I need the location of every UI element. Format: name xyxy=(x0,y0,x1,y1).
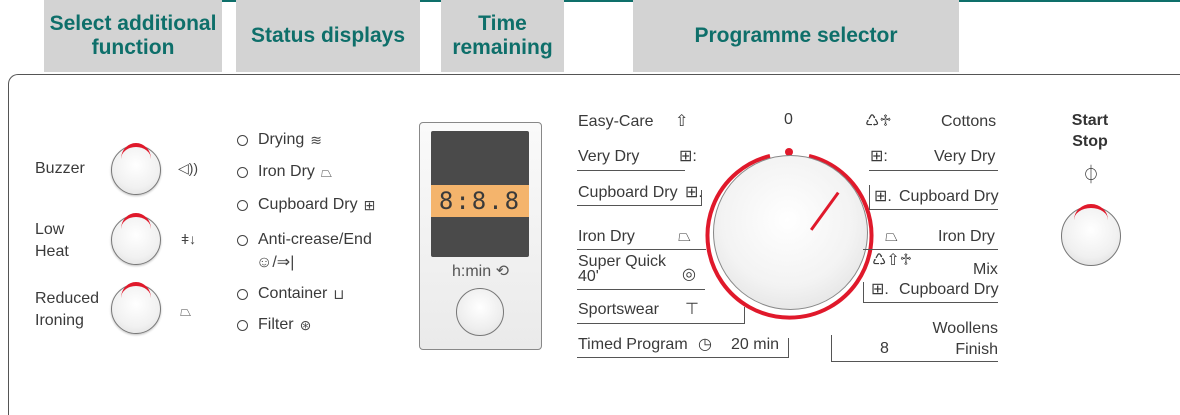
status-label: Container xyxy=(258,285,328,302)
status-label: Drying xyxy=(258,131,305,148)
dial-zero-mark: 0 xyxy=(784,111,793,128)
header-additional-function: Select additional function xyxy=(44,0,222,72)
bracket xyxy=(788,338,789,358)
status-label: Filter xyxy=(258,316,294,333)
underline xyxy=(577,170,685,171)
indicator-light xyxy=(237,319,248,331)
bracket xyxy=(869,185,870,210)
lcd-digits: 8:8.8 xyxy=(431,185,529,217)
function-label-low-heat: Low Heat xyxy=(35,221,69,260)
stop-label: Stop xyxy=(1072,133,1108,150)
timed-duration: 20 min xyxy=(731,336,780,353)
indicator-light xyxy=(237,166,248,178)
indicator-light xyxy=(237,199,248,211)
wardrobe-icon: ⊞ xyxy=(363,196,376,213)
bracket xyxy=(701,190,702,206)
cupboard-dry-icon: ⊞. xyxy=(871,281,889,298)
start-stop-button[interactable] xyxy=(1061,206,1121,266)
low-heat-button[interactable] xyxy=(111,215,161,265)
programme-selector-dial[interactable] xyxy=(713,155,868,310)
anti-crease-end-icon: ☺/⇒| xyxy=(256,254,295,271)
status-container: Container ⊔ xyxy=(237,285,344,303)
programme-sportswear: Sportswear xyxy=(578,301,659,318)
status-iron-dry: Iron Dry ⏢ xyxy=(237,163,332,181)
programme-timed: Timed Program xyxy=(578,336,688,353)
iron-icon: ⏢ xyxy=(678,228,691,245)
bracket xyxy=(744,307,745,324)
programme-cupboard-dry-right: Cupboard Dry xyxy=(899,188,999,205)
container-icon: ⊔ xyxy=(333,285,345,302)
function-label-reduced-ironing: Reduced Ironing xyxy=(35,290,100,329)
programme-iron-dry-right: Iron Dry xyxy=(938,228,995,245)
iron-icon: ⏢ xyxy=(180,303,192,319)
programme-cottons: Cottons xyxy=(941,113,997,130)
header-time-remaining: Time remaining xyxy=(441,0,564,72)
programme-easy-care: Easy-Care xyxy=(578,113,654,130)
underline xyxy=(863,302,998,303)
wool-icon: 8 xyxy=(880,340,889,357)
cupboard-dry-icon: ⊞. xyxy=(874,188,892,205)
iron-icon: ⏢ xyxy=(885,228,898,245)
status-cupboard-dry: Cupboard Dry ⊞ xyxy=(237,196,375,214)
underline xyxy=(577,289,705,290)
status-label: Cupboard Dry xyxy=(258,196,358,213)
bracket xyxy=(831,335,832,362)
header-programme-text: Programme selector xyxy=(694,24,898,47)
clock-icon: ◷ xyxy=(698,336,712,353)
underline xyxy=(863,249,998,250)
very-dry-icon: ⊞: xyxy=(679,148,697,165)
mix-icon: ♺⇧♱ xyxy=(872,252,912,269)
status-label: Iron Dry xyxy=(258,163,315,180)
indicator-light xyxy=(237,234,248,246)
programme-very-dry-right: Very Dry xyxy=(934,148,996,165)
very-dry-icon: ⊞: xyxy=(870,148,888,165)
header-additional-text: Select additional function xyxy=(49,12,217,59)
programme-iron-dry-left: Iron Dry xyxy=(578,228,635,245)
status-filter: Filter ⊛ xyxy=(237,316,311,334)
cottons-icon: ♺♱ xyxy=(865,113,892,130)
speaker-icon: ◁)) xyxy=(178,160,199,176)
buzzer-button[interactable] xyxy=(111,145,161,195)
bracket xyxy=(863,282,864,303)
drying-icon: ≋ xyxy=(310,131,322,148)
programme-cupboard-dry-left: Cupboard Dry xyxy=(578,184,678,201)
reduced-ironing-button[interactable] xyxy=(111,284,161,334)
underline xyxy=(577,323,744,324)
header-status-text: Status displays xyxy=(250,24,406,47)
status-anti-crease: Anti-crease/End xyxy=(237,231,372,249)
underline xyxy=(869,170,998,171)
underline xyxy=(869,209,998,210)
thermometer-icon: ǂ↓ xyxy=(181,231,197,247)
underline xyxy=(577,249,706,250)
indicator-light xyxy=(237,288,248,300)
underline xyxy=(577,357,788,358)
filter-icon: ⊛ xyxy=(299,316,312,333)
super-quick-icon: ◎ xyxy=(682,266,696,283)
indicator-light xyxy=(237,134,248,146)
lcd-display: 8:8.8 xyxy=(431,131,529,257)
iron-icon: ⏢ xyxy=(320,163,333,180)
time-remaining-button[interactable] xyxy=(456,288,504,336)
start-label: Start xyxy=(1071,112,1109,129)
function-label-buzzer: Buzzer xyxy=(35,160,85,177)
status-drying: Drying ≋ xyxy=(237,131,322,149)
underline xyxy=(831,361,998,362)
programme-woollens-finish: Woollens Finish xyxy=(932,320,998,358)
programme-mix: Mix xyxy=(973,261,998,278)
underline xyxy=(577,205,701,206)
programme-mix-cupboard-dry: Cupboard Dry xyxy=(899,281,999,298)
time-remaining-module: 8:8.8 h:min ⟲ xyxy=(419,122,542,350)
header-time-text: Time remaining xyxy=(452,12,553,59)
programme-very-dry-left: Very Dry xyxy=(578,148,640,165)
timer-unit-label: h:min ⟲ xyxy=(452,263,509,280)
programme-super-quick: Super Quick 40' xyxy=(578,253,667,285)
power-icon: ⏀ xyxy=(1082,165,1100,185)
header-programme-selector: Programme selector xyxy=(633,0,959,72)
sportswear-icon: ⊤ xyxy=(685,301,699,318)
status-label: Anti-crease/End xyxy=(258,231,372,248)
header-status-displays: Status displays xyxy=(236,0,420,72)
easy-care-icon: ⇧ xyxy=(675,113,689,130)
